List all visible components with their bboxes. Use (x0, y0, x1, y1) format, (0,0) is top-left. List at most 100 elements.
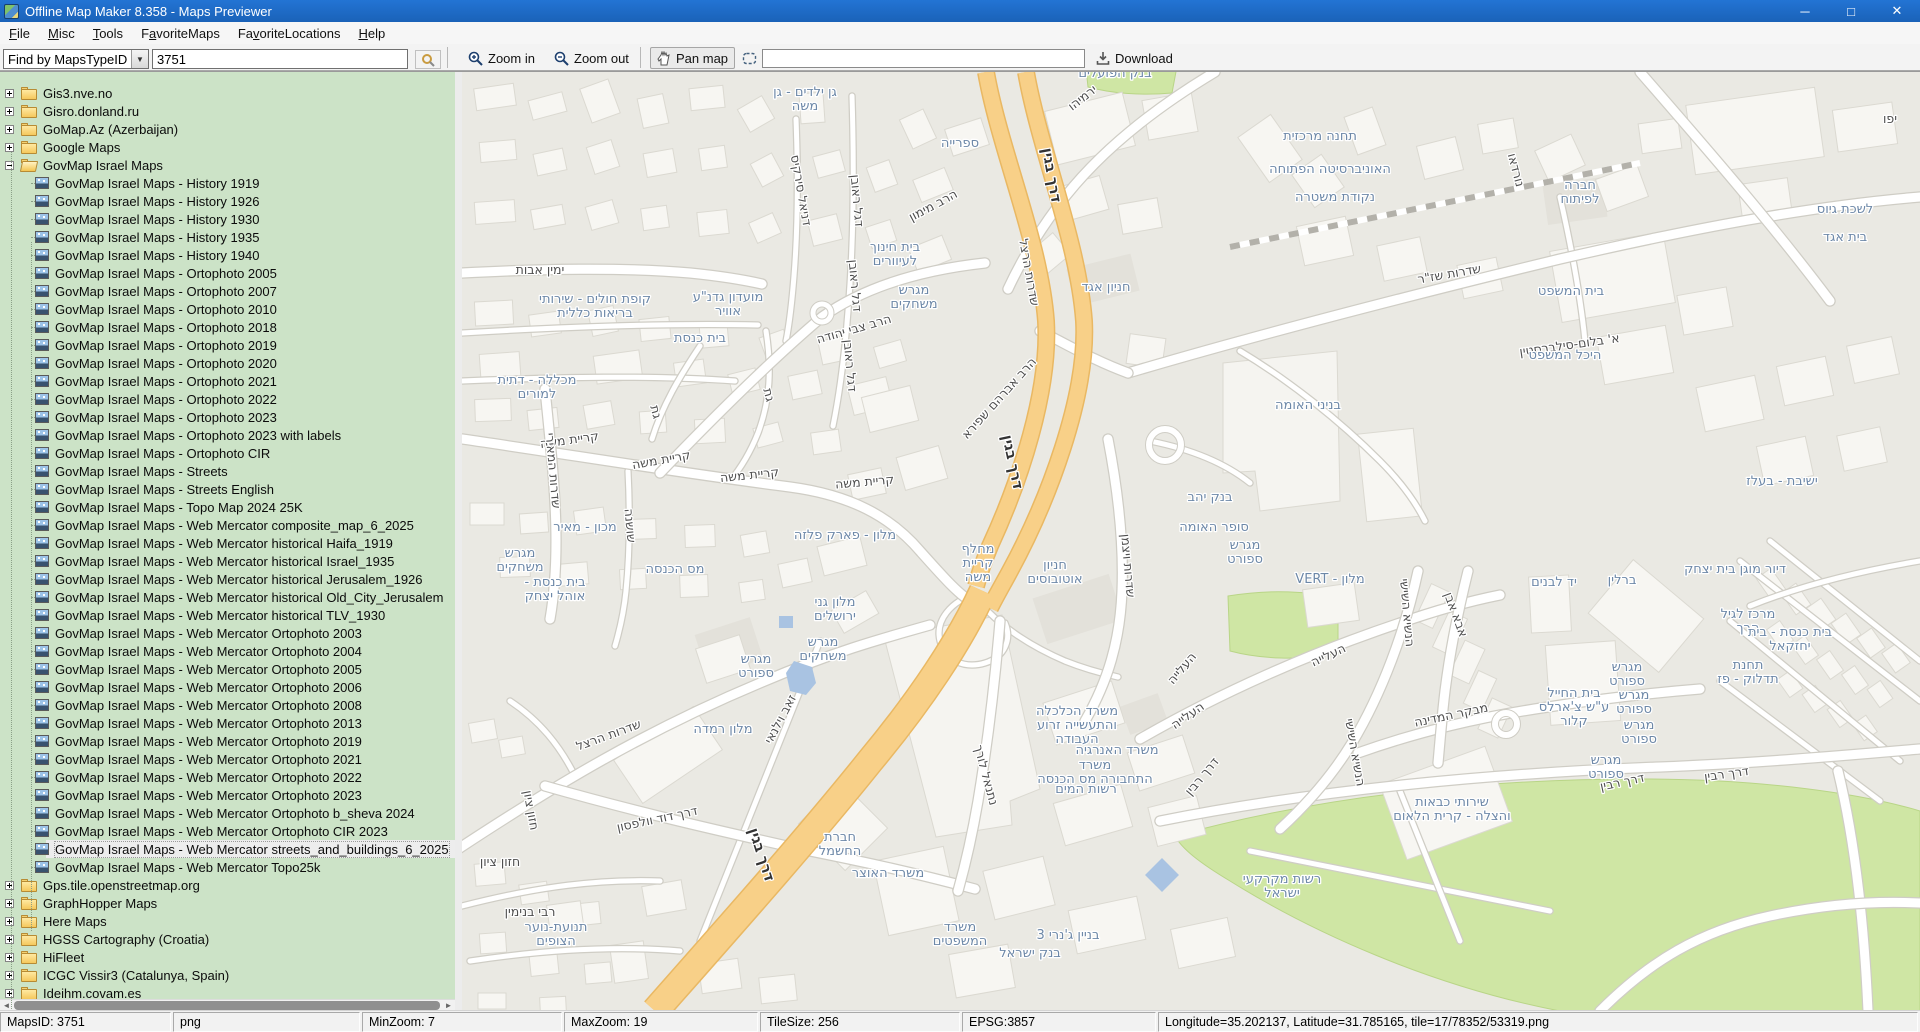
search-button[interactable] (415, 50, 441, 69)
zoom-in-button[interactable]: Zoom in (462, 47, 541, 69)
tree-item[interactable]: GovMap Israel Maps - Ortophoto 2005 (0, 264, 455, 282)
map-layer-icon (35, 213, 49, 225)
panel-splitter[interactable] (455, 71, 462, 1010)
tree-item[interactable]: GovMap Israel Maps - Ortophoto 2018 (0, 318, 455, 336)
tree-item[interactable]: HiFleet (0, 948, 455, 966)
tree-item[interactable]: GovMap Israel Maps - History 1940 (0, 246, 455, 264)
poi-label: ישיבת - בעלז (1746, 474, 1818, 489)
tree-item[interactable]: GovMap Israel Maps - Web Mercator Ortoph… (0, 732, 455, 750)
tree-item[interactable]: Gisro.donland.ru (0, 102, 455, 120)
tree-item[interactable]: GovMap Israel Maps - Ortophoto CIR (0, 444, 455, 462)
tree-item[interactable]: GovMap Israel Maps - Ortophoto 2023 (0, 408, 455, 426)
expand-icon[interactable] (5, 881, 14, 890)
building (540, 996, 567, 1010)
tree-item[interactable]: Gis3.nve.no (0, 84, 455, 102)
collapse-icon[interactable] (5, 161, 14, 170)
tree-item-label: GovMap Israel Maps - Ortophoto 2023 with… (55, 428, 341, 443)
tree-item[interactable]: GovMap Israel Maps - Ortophoto 2007 (0, 282, 455, 300)
tree-item[interactable]: Gps.tile.openstreetmap.org (0, 876, 455, 894)
tree-item[interactable]: GovMap Israel Maps - Web Mercator Ortoph… (0, 804, 455, 822)
tree-item[interactable]: GovMap Israel Maps - Web Mercator street… (0, 840, 455, 858)
tree-item[interactable]: GovMap Israel Maps - Web Mercator Ortoph… (0, 642, 455, 660)
expand-icon[interactable] (5, 899, 14, 908)
tree-item[interactable]: GovMap Israel Maps - Ortophoto 2023 with… (0, 426, 455, 444)
building (739, 579, 766, 602)
menu-item-file[interactable]: File (0, 24, 39, 43)
expand-icon[interactable] (5, 935, 14, 944)
tree-item[interactable]: GovMap Israel Maps - Streets English (0, 480, 455, 498)
tree-item[interactable]: GovMap Israel Maps - Web Mercator Ortoph… (0, 750, 455, 768)
tree-item[interactable]: GovMap Israel Maps - History 1930 (0, 210, 455, 228)
tree-item[interactable]: GovMap Israel Maps - Web Mercator Topo25… (0, 858, 455, 876)
zoom-out-button[interactable]: Zoom out (548, 47, 635, 69)
menu-item-misc[interactable]: Misc (39, 24, 84, 43)
tree-item[interactable]: GovMap Israel Maps - Ortophoto 2010 (0, 300, 455, 318)
menu-item-favoritelocations[interactable]: FavoriteLocations (229, 24, 350, 43)
tree-item[interactable]: GovMap Israel Maps - Web Mercator Ortoph… (0, 678, 455, 696)
tree-item[interactable]: GovMap Israel Maps - Ortophoto 2022 (0, 390, 455, 408)
tree-item[interactable]: GovMap Israel Maps - Ortophoto 2020 (0, 354, 455, 372)
expand-icon[interactable] (5, 107, 14, 116)
scrollbar-thumb[interactable] (14, 1001, 440, 1010)
download-button[interactable]: Download (1090, 47, 1179, 69)
menu-item-favoritemaps[interactable]: FavoriteMaps (132, 24, 229, 43)
tree-item[interactable]: GovMap Israel Maps - Web Mercator Ortoph… (0, 786, 455, 804)
find-mode-select[interactable]: Find by MapsTypeID ▼ (3, 49, 149, 69)
map-layer-icon (35, 483, 49, 495)
tree-item[interactable]: HGSS Cartography (Croatia) (0, 930, 455, 948)
tree-item[interactable]: GraphHopper Maps (0, 894, 455, 912)
expand-icon[interactable] (5, 89, 14, 98)
folder-icon (21, 933, 38, 946)
expand-icon[interactable] (5, 125, 14, 134)
tree-item-label: Gps.tile.openstreetmap.org (43, 878, 200, 893)
tree-item[interactable]: GovMap Israel Maps - Topo Map 2024 25K (0, 498, 455, 516)
tree-item[interactable]: Google Maps (0, 138, 455, 156)
tree-item[interactable]: GovMap Israel Maps - Web Mercator Ortoph… (0, 714, 455, 732)
expand-icon[interactable] (5, 971, 14, 980)
tree-item[interactable]: GovMap Israel Maps - History 1919 (0, 174, 455, 192)
tree-item[interactable]: GovMap Israel Maps - Web Mercator Ortoph… (0, 624, 455, 642)
tree-item[interactable]: GovMap Israel Maps - Web Mercator Ortoph… (0, 660, 455, 678)
tree-item[interactable]: Here Maps (0, 912, 455, 930)
poi-label: בית חינוךלעיוורים (870, 240, 920, 269)
tree-item[interactable]: GovMap Israel Maps - Web Mercator histor… (0, 588, 455, 606)
tree-item[interactable]: GovMap Israel Maps - History 1926 (0, 192, 455, 210)
poi-label: יד לבנים (1531, 575, 1577, 590)
tree-item[interactable]: GovMap Israel Maps - Web Mercator histor… (0, 534, 455, 552)
tree-item[interactable]: GovMap Israel Maps - History 1935 (0, 228, 455, 246)
tree-horizontal-scrollbar[interactable]: ◄ ► (0, 999, 455, 1010)
expand-icon[interactable] (5, 143, 14, 152)
tree-item[interactable]: GovMap Israel Maps - Web Mercator histor… (0, 552, 455, 570)
expand-icon[interactable] (5, 917, 14, 926)
scroll-right-icon[interactable]: ► (442, 1000, 455, 1010)
tree-item[interactable]: GovMap Israel Maps - Ortophoto 2019 (0, 336, 455, 354)
address-input[interactable] (762, 49, 1085, 68)
tree-item[interactable]: GovMap Israel Maps - Web Mercator histor… (0, 570, 455, 588)
maximize-button[interactable]: □ (1828, 0, 1874, 22)
tree-item[interactable]: GovMap Israel Maps - Web Mercator compos… (0, 516, 455, 534)
tree-item-label: GovMap Israel Maps - Web Mercator Ortoph… (55, 716, 362, 731)
building (680, 575, 709, 598)
tree-item[interactable]: GovMap Israel Maps (0, 156, 455, 174)
tree-item[interactable]: GovMap Israel Maps - Web Mercator Ortoph… (0, 696, 455, 714)
expand-icon[interactable] (5, 953, 14, 962)
search-input[interactable] (152, 49, 408, 69)
chevron-down-icon[interactable]: ▼ (131, 50, 148, 68)
tree-item[interactable]: GovMap Israel Maps - Streets (0, 462, 455, 480)
map-canvas[interactable]: ירמיהושדרות שז"רנורדאושדרות הרצלהרב מימו… (462, 72, 1920, 1010)
menu-item-help[interactable]: Help (349, 24, 394, 43)
minimize-button[interactable]: ─ (1782, 0, 1828, 22)
menu-item-tools[interactable]: Tools (84, 24, 132, 43)
status-segment: png (173, 1012, 360, 1032)
close-button[interactable]: ✕ (1874, 0, 1920, 22)
expand-icon[interactable] (5, 989, 14, 998)
tree-item[interactable]: GovMap Israel Maps - Web Mercator histor… (0, 606, 455, 624)
map-viewport[interactable]: ירמיהושדרות שז"רנורדאושדרות הרצלהרב מימו… (462, 71, 1920, 1010)
tree-item[interactable]: GovMap Israel Maps - Web Mercator Ortoph… (0, 822, 455, 840)
tree-item[interactable]: GovMap Israel Maps - Ortophoto 2021 (0, 372, 455, 390)
download-icon (1096, 51, 1110, 66)
pan-map-button[interactable]: Pan map (650, 47, 735, 69)
tree-item[interactable]: GovMap Israel Maps - Web Mercator Ortoph… (0, 768, 455, 786)
tree-item[interactable]: ICGC Vissir3 (Catalunya, Spain) (0, 966, 455, 984)
tree-item[interactable]: GoMap.Az (Azerbaijan) (0, 120, 455, 138)
